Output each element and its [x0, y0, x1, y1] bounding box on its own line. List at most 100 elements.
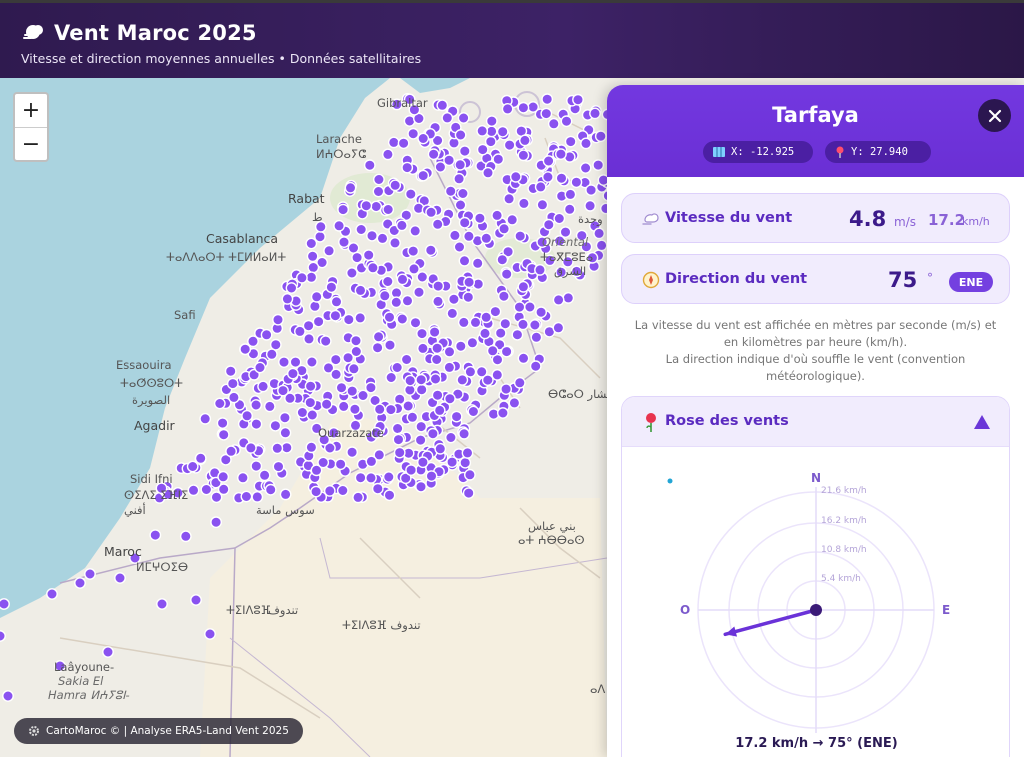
station-marker	[534, 181, 547, 193]
station-marker	[456, 187, 469, 200]
station-marker	[409, 224, 422, 237]
station-marker	[480, 232, 493, 245]
station-marker	[496, 407, 509, 419]
station-marker	[200, 483, 213, 496]
label-maroc-ber: ⵍⵎⵖⵔⵉⴱ	[136, 560, 189, 574]
station-marker	[457, 112, 470, 124]
station-marker	[552, 293, 565, 306]
station-marker	[329, 353, 342, 366]
label-gibraltar: Gibraltar	[377, 96, 428, 110]
station-marker	[0, 598, 10, 610]
station-marker	[384, 339, 396, 351]
station-marker	[432, 295, 444, 308]
station-marker	[366, 229, 378, 242]
station-marker	[269, 338, 282, 351]
station-marker	[494, 327, 507, 340]
station-marker	[476, 125, 489, 137]
station-marker	[225, 445, 238, 458]
direction-badge: ENE	[949, 272, 993, 292]
station-marker	[496, 125, 509, 138]
station-marker	[254, 361, 266, 374]
station-marker	[469, 316, 482, 329]
station-marker	[338, 236, 350, 249]
station-marker	[572, 93, 584, 106]
app-subtitle: Vitesse et direction moyennes annuelles …	[21, 51, 422, 66]
station-marker	[360, 199, 373, 212]
speed-card: Vitesse du vent 4.8 m/s 17.2 km/h	[621, 193, 1010, 243]
station-marker	[330, 295, 343, 308]
station-marker	[295, 271, 308, 284]
panel-header: Tarfaya X: -12.925 Y: 27.940	[607, 85, 1024, 177]
label-agadir: Agadir	[134, 418, 175, 433]
station-marker	[426, 427, 439, 440]
speed-unit-ms: m/s	[894, 215, 916, 229]
station-marker	[517, 149, 530, 162]
gear-icon	[29, 726, 39, 736]
station-marker	[241, 409, 254, 422]
app-root: Vent Maroc 2025 Vitesse et direction moy…	[0, 0, 1024, 757]
station-marker	[194, 452, 207, 465]
station-marker	[560, 115, 573, 128]
station-marker	[312, 315, 325, 328]
zoom-out-button[interactable]: −	[15, 127, 47, 160]
station-marker	[407, 127, 420, 140]
station-marker	[458, 254, 471, 267]
station-marker	[466, 336, 479, 349]
station-marker	[530, 331, 543, 344]
station-marker	[552, 321, 565, 334]
station-marker	[454, 158, 467, 171]
station-marker	[414, 434, 427, 446]
station-marker	[458, 216, 471, 229]
station-marker	[417, 169, 430, 182]
label-casablanca: Casablanca	[206, 231, 279, 246]
label-sidi-ifni-ber: ⵙⵉⴷⵉ ⵉⴼⵏⵉ	[124, 488, 189, 502]
station-marker	[431, 218, 444, 231]
station-marker	[337, 203, 349, 216]
station-marker	[454, 340, 467, 353]
station-marker	[351, 251, 363, 264]
station-marker	[497, 290, 510, 303]
station-marker	[389, 236, 401, 249]
station-marker	[381, 148, 394, 161]
station-marker	[323, 244, 335, 257]
station-marker	[462, 487, 475, 499]
station-marker	[347, 362, 360, 375]
station-marker	[509, 170, 522, 183]
station-marker	[433, 404, 446, 417]
station-marker	[0, 630, 6, 642]
station-marker	[239, 343, 252, 356]
wind-rose-header[interactable]: Rose des vents	[622, 397, 1009, 447]
station-marker	[492, 153, 505, 166]
zoom-in-button[interactable]: +	[15, 94, 47, 127]
station-marker	[462, 230, 475, 243]
station-marker	[303, 332, 315, 345]
station-marker	[156, 598, 168, 610]
station-marker	[446, 456, 458, 468]
station-marker	[415, 480, 427, 493]
collapse-triangle-icon[interactable]	[972, 413, 992, 431]
station-marker	[346, 446, 358, 459]
station-marker	[406, 411, 419, 424]
station-marker	[480, 311, 493, 324]
label-safi: Safi	[174, 308, 196, 322]
station-marker	[459, 456, 472, 469]
station-marker	[564, 135, 577, 148]
close-button[interactable]	[978, 99, 1011, 132]
station-marker	[593, 227, 605, 240]
station-marker	[407, 245, 420, 258]
station-marker	[430, 353, 443, 366]
station-marker	[529, 319, 541, 331]
station-marker	[199, 412, 212, 425]
station-marker	[503, 192, 515, 205]
station-marker	[265, 348, 278, 361]
station-marker	[392, 433, 405, 446]
wind-vector	[723, 608, 818, 637]
label-oriental-ber: ⵜⴰⴳⵎⵓⴹⴰ	[540, 250, 594, 264]
ring-label-16-2: 16.2 km/h	[821, 516, 867, 526]
station-marker	[401, 161, 414, 174]
label-ouarzazate: Ouarzazate	[318, 426, 384, 440]
station-marker	[450, 410, 463, 423]
station-marker	[210, 491, 223, 504]
rose-east: E	[942, 603, 950, 617]
coord-y: Y: 27.940	[851, 146, 908, 158]
